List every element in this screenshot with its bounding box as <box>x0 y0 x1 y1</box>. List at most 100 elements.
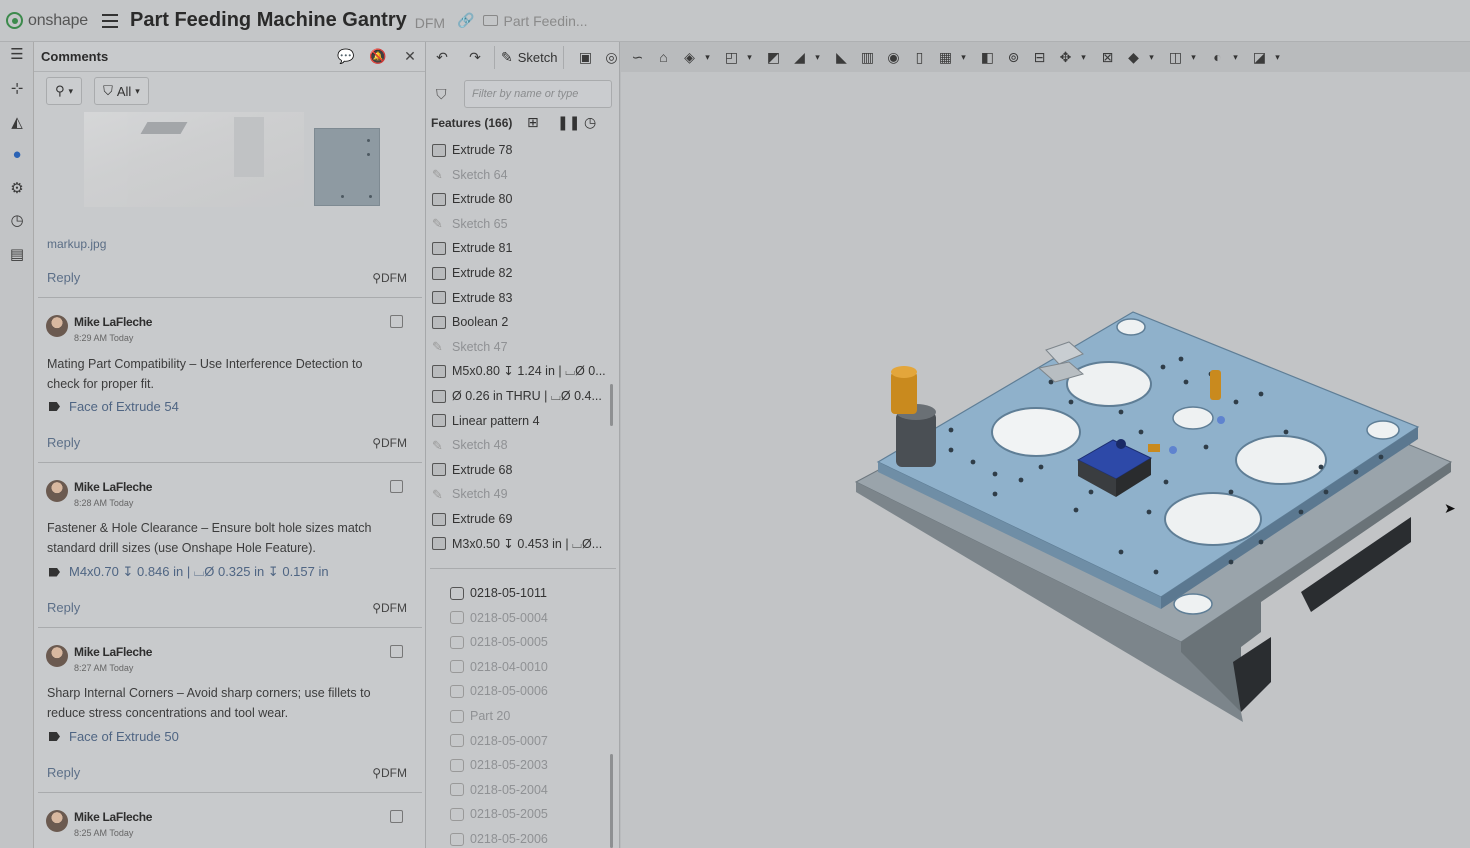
plane-icon[interactable]: ◆ <box>1123 48 1143 66</box>
location-filter-dropdown[interactable]: ⚲ ▾ <box>46 77 83 105</box>
chevron-down-icon[interactable]: ▾ <box>744 52 754 63</box>
graphics-viewport[interactable] <box>621 72 1470 848</box>
appearance-icon[interactable]: ◭ <box>8 114 26 132</box>
part-item[interactable]: 0218-04-0010 <box>450 657 548 677</box>
resolve-checkbox[interactable] <box>390 810 403 823</box>
revolve-icon[interactable]: ◎ <box>601 48 621 66</box>
bom-icon[interactable]: ▤ <box>8 246 26 264</box>
reply-link[interactable]: Reply <box>47 270 80 285</box>
feature-extrude[interactable]: Extrude 83 <box>432 288 512 308</box>
split-icon[interactable]: ⊟ <box>1029 48 1049 66</box>
undo-icon[interactable]: ↶ <box>432 48 452 66</box>
feature-list-icon[interactable]: ☰ <box>8 46 26 64</box>
feature-sketch[interactable]: ✎ Sketch 48 <box>432 435 508 455</box>
resolve-checkbox[interactable] <box>390 315 403 328</box>
feature-sketch[interactable]: ✎ Sketch 65 <box>432 214 508 234</box>
loft-icon[interactable]: ⌂ <box>653 48 673 66</box>
scrollbar[interactable] <box>610 384 613 426</box>
shell-icon[interactable]: ▥ <box>857 48 877 66</box>
resolve-checkbox[interactable] <box>390 480 403 493</box>
large-hole[interactable] <box>1066 361 1152 407</box>
mirror-icon[interactable]: ◧ <box>977 48 997 66</box>
folder-breadcrumb[interactable]: Part Feedin... <box>504 13 588 29</box>
pattern-icon[interactable]: ▦ <box>935 48 955 66</box>
comment-reference[interactable]: Face of Extrude 54 <box>49 399 179 414</box>
rib-icon[interactable]: ◣ <box>831 48 851 66</box>
sketch-button[interactable]: ✎ Sketch <box>494 45 565 69</box>
sheet-metal-icon[interactable]: ◫ <box>1165 48 1185 66</box>
reply-link[interactable]: Reply <box>47 765 80 780</box>
cylinder-icon[interactable]: ▯ <box>909 48 929 66</box>
attachment-thumbnail[interactable] <box>314 128 380 206</box>
variables-icon[interactable]: ⊹ <box>8 80 26 98</box>
feature-extrude[interactable]: Extrude 68 <box>432 460 512 480</box>
reply-link[interactable]: Reply <box>47 600 80 615</box>
feature-hole[interactable]: Ø 0.26 in THRU | ⌴Ø 0.4... <box>432 386 602 406</box>
part-item[interactable]: 0218-05-0005 <box>450 632 548 652</box>
add-comment-icon[interactable]: 💬 <box>335 48 357 65</box>
add-folder-icon[interactable]: ⊞ <box>527 114 539 131</box>
part-item[interactable]: 0218-05-2003 <box>450 755 548 775</box>
feature-sketch[interactable]: ✎ Sketch 47 <box>432 337 508 357</box>
3d-model-view[interactable] <box>621 72 1470 848</box>
rollback-pause-icon[interactable]: ❚❚ <box>557 114 580 131</box>
part-item[interactable]: 0218-05-0004 <box>450 608 548 628</box>
feature-hole[interactable]: M5x0.80 ↧ 1.24 in | ⌴Ø 0... <box>432 361 606 381</box>
history-icon[interactable]: ◷ <box>8 212 26 230</box>
fillet-icon[interactable]: ◰ <box>721 48 741 66</box>
orange-pin[interactable] <box>891 372 917 414</box>
feature-extrude[interactable]: Extrude 78 <box>432 140 512 160</box>
small-hole[interactable] <box>1366 420 1400 440</box>
feature-hole[interactable]: M3x0.50 ↧ 0.453 in | ⌴Ø... <box>432 534 602 554</box>
transform-icon[interactable]: ✥ <box>1055 48 1075 66</box>
chamfer-icon[interactable]: ◩ <box>763 48 783 66</box>
comment-reference[interactable]: M4x0.70 ↧ 0.846 in | ⌴Ø 0.325 in ↧ 0.157… <box>49 564 329 580</box>
feature-extrude[interactable]: Extrude 82 <box>432 263 512 283</box>
frames-icon[interactable]: ◪ <box>1249 48 1269 66</box>
chevron-down-icon[interactable]: ▾ <box>958 52 968 63</box>
orange-tab[interactable] <box>1148 444 1160 452</box>
comment-reference[interactable]: Face of Extrude 50 <box>49 729 179 744</box>
hamburger-menu-icon[interactable] <box>102 13 118 28</box>
part-item[interactable]: 0218-05-0007 <box>450 731 548 751</box>
part-item[interactable]: Part 20 <box>450 706 510 726</box>
chevron-down-icon[interactable]: ▾ <box>1146 52 1156 63</box>
chevron-down-icon[interactable]: ▾ <box>702 52 712 63</box>
timer-icon[interactable]: ◷ <box>584 114 596 131</box>
parts-icon[interactable]: ⚙ <box>8 180 26 198</box>
notifications-off-icon[interactable]: 🔕 <box>367 48 389 65</box>
feature-sketch[interactable]: ✎ Sketch 49 <box>432 484 508 504</box>
draft-icon[interactable]: ◢ <box>789 48 809 66</box>
redo-icon[interactable]: ↷ <box>465 48 485 66</box>
sweep-icon[interactable]: ∽ <box>627 48 647 66</box>
feature-extrude[interactable]: Extrude 69 <box>432 509 512 529</box>
thicken-icon[interactable]: ◈ <box>679 48 699 66</box>
post-cylinder[interactable] <box>896 412 936 467</box>
chevron-down-icon[interactable]: ▾ <box>1272 52 1282 63</box>
resolve-checkbox[interactable] <box>390 645 403 658</box>
chevron-down-icon[interactable]: ▾ <box>1188 52 1198 63</box>
part-item[interactable]: 0218-05-2005 <box>450 804 548 824</box>
hole-icon[interactable]: ◉ <box>883 48 903 66</box>
small-hole[interactable] <box>1116 318 1146 336</box>
large-hole[interactable] <box>1235 435 1327 485</box>
delete-part-icon[interactable]: ⊠ <box>1097 48 1117 66</box>
surface-icon[interactable]: ◐ <box>1207 48 1227 66</box>
large-hole[interactable] <box>1164 492 1262 546</box>
attachment-image[interactable] <box>34 112 425 252</box>
close-icon[interactable]: ✕ <box>399 48 421 65</box>
part-item[interactable]: 0218-05-2006 <box>450 829 548 848</box>
small-hole[interactable] <box>1173 593 1213 615</box>
boolean-icon[interactable]: ⊚ <box>1003 48 1023 66</box>
scrollbar[interactable] <box>610 754 613 848</box>
feature-extrude[interactable]: Extrude 81 <box>432 238 512 258</box>
top-plate[interactable] <box>876 311 1420 598</box>
status-filter-dropdown[interactable]: ⛉ All ▾ <box>94 77 149 105</box>
chevron-down-icon[interactable]: ▾ <box>1230 52 1240 63</box>
feature-extrude[interactable]: Extrude 80 <box>432 189 512 209</box>
part-item[interactable]: 0218-05-1011 <box>450 583 547 603</box>
comments-icon[interactable]: ● <box>8 146 26 164</box>
part-item[interactable]: 0218-05-2004 <box>450 780 548 800</box>
part-item[interactable]: 0218-05-0006 <box>450 681 548 701</box>
link-icon[interactable]: 🔗 <box>457 12 474 29</box>
